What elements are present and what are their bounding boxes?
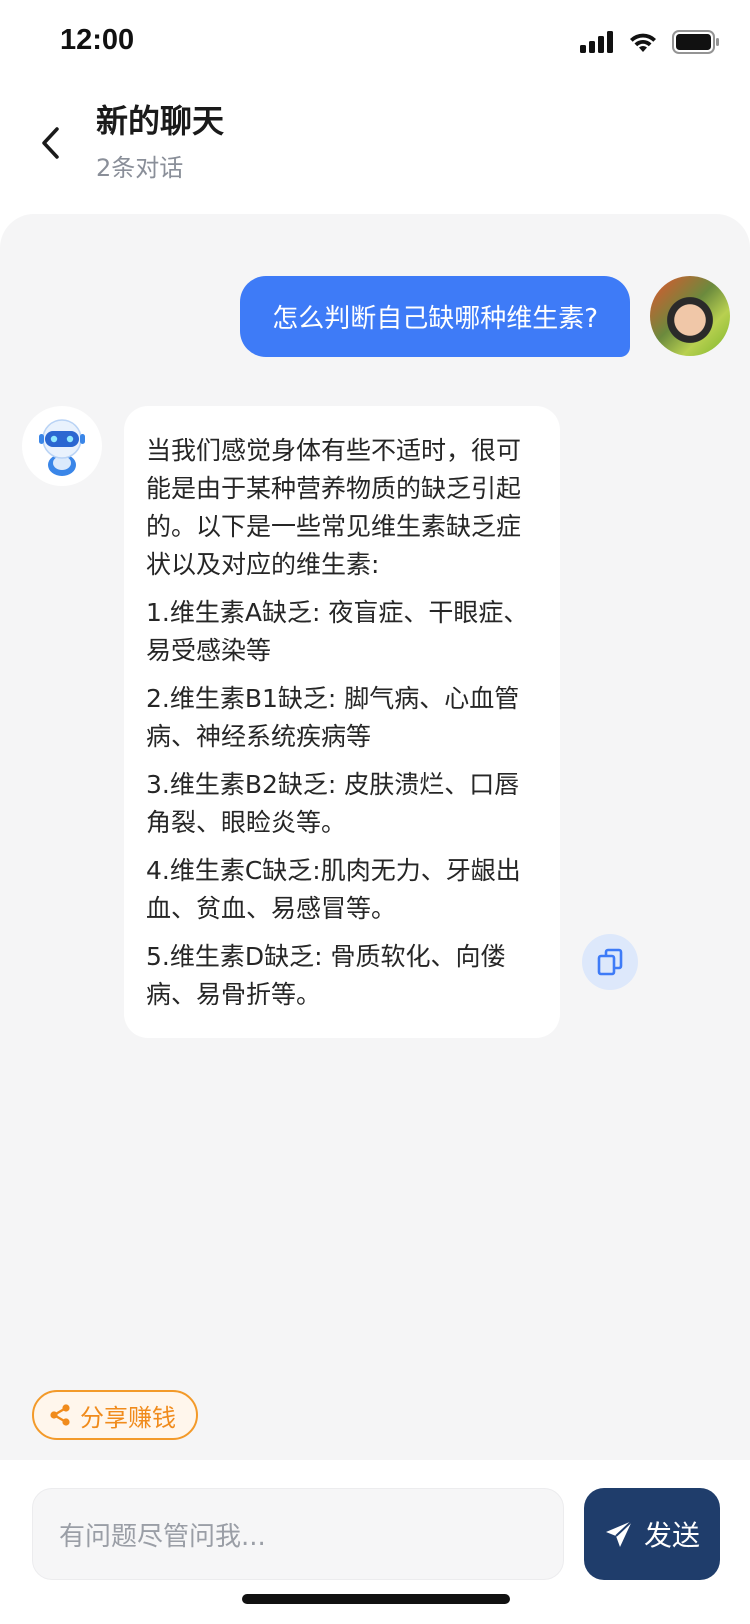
bot-message-item: 5.维生素D缺乏: 骨质软化、向偻病、易骨折等。 [146,942,506,1009]
share-earn-button[interactable]: 分享赚钱 [32,1390,198,1440]
home-indicator [242,1594,510,1604]
send-icon [605,1520,633,1547]
status-bar: 12:00 [0,0,750,88]
share-icon [50,1404,70,1426]
status-icons [580,30,720,54]
wifi-icon [630,33,656,52]
bot-message-item: 4.维生素C缺乏:肌肉无力、牙龈出血、贫血、易感冒等。 [146,856,521,923]
battery-icon [672,30,719,54]
send-button[interactable]: 发送 [584,1488,720,1580]
user-message-bubble: 怎么判断自己缺哪种维生素? [240,276,630,357]
chat-area[interactable]: 怎么判断自己缺哪种维生素? 当我们感觉身体有些不适时，很可能是由于某种营养物质的… [0,214,750,1460]
message-input[interactable]: 有问题尽管问我... [32,1488,564,1580]
robot-icon [39,419,85,476]
share-earn-label: 分享赚钱 [80,1403,176,1432]
cellular-signal-icon [580,31,613,53]
status-time: 12:00 [60,24,135,56]
send-label: 发送 [643,1519,700,1552]
conversation-count: 2条对话 [96,154,184,182]
chevron-left-icon [42,127,59,159]
page-title: 新的聊天 [96,102,225,140]
bot-message-bubble: 当我们感觉身体有些不适时，很可能是由于某种营养物质的缺乏引起的。以下是一些常见维… [124,406,560,1038]
bot-message-intro: 当我们感觉身体有些不适时，很可能是由于某种营养物质的缺乏引起的。以下是一些常见维… [146,436,522,579]
bot-avatar [22,406,102,486]
bot-message-item: 1.维生素A缺乏: 夜盲症、干眼症、易受感染等 [146,598,529,665]
bot-message-item: 3.维生素B2缺乏: 皮肤溃烂、口唇角裂、眼睑炎等。 [146,770,520,837]
copy-icon [597,948,623,976]
user-avatar[interactable] [650,276,730,356]
bot-message-item: 2.维生素B1缺乏: 脚气病、心血管病、神经系统疾病等 [146,684,520,751]
chat-header: 新的聊天 2条对话 [0,88,750,212]
copy-button[interactable] [582,934,638,990]
back-button[interactable] [30,118,70,168]
